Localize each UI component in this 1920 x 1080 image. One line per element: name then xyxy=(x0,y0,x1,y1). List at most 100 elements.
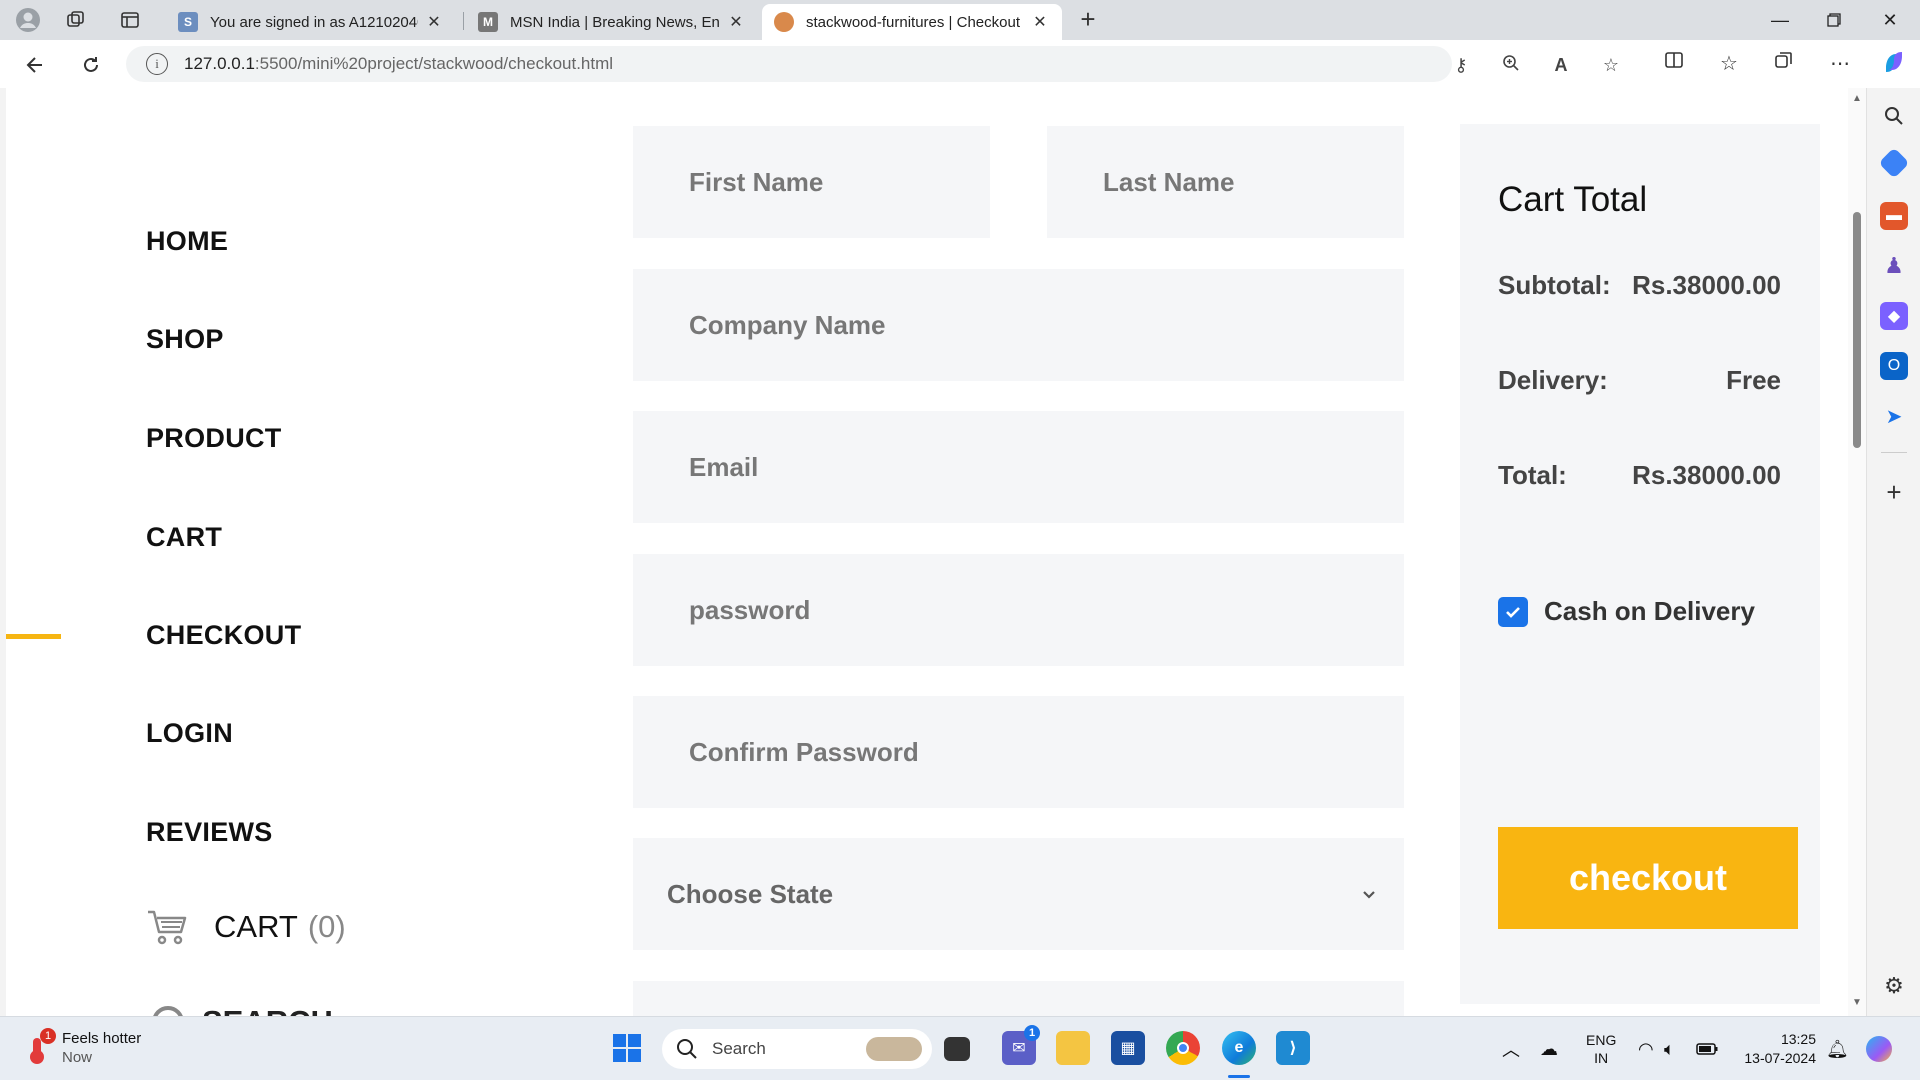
cart-label: CART xyxy=(214,909,298,944)
tab-label: stackwood-furnitures | Checkout xyxy=(806,13,1020,31)
new-tab-button[interactable]: + xyxy=(1074,6,1102,34)
copilot-taskbar-icon[interactable] xyxy=(1864,1017,1894,1080)
clock-date: 13-07-2024 xyxy=(1744,1050,1816,1066)
close-icon[interactable]: ✕ xyxy=(726,12,746,32)
cod-checkbox[interactable] xyxy=(1498,596,1528,627)
cash-on-delivery-option[interactable]: Cash on Delivery xyxy=(1498,596,1755,627)
teams-icon[interactable]: ✉ 1 xyxy=(1002,1025,1040,1065)
volume-icon[interactable]: 🔈︎ xyxy=(1664,1017,1675,1080)
confirm-password-field[interactable]: Confirm Password xyxy=(633,696,1404,808)
total-label: Total: xyxy=(1498,460,1567,490)
edge-icon[interactable]: e xyxy=(1222,1031,1256,1065)
checkout-button[interactable]: checkout xyxy=(1498,827,1798,929)
refresh-button[interactable] xyxy=(76,50,106,80)
close-window-button[interactable]: ✕ xyxy=(1862,0,1918,40)
language-indicator[interactable]: ENG IN xyxy=(1586,1017,1616,1080)
cod-label: Cash on Delivery xyxy=(1544,596,1755,626)
scrollbar-thumb[interactable] xyxy=(1853,212,1861,448)
delivery-row: Delivery: Free xyxy=(1498,365,1781,396)
search-label: SEARCH xyxy=(202,1004,333,1016)
chrome-icon[interactable] xyxy=(1166,1031,1200,1065)
last-name-field[interactable]: Last Name xyxy=(1047,126,1404,238)
sidebar-search-icon[interactable] xyxy=(1880,102,1908,130)
nav-shop[interactable]: SHOP xyxy=(146,324,224,355)
tray-expand-icon[interactable]: ︿ xyxy=(1502,1017,1520,1080)
address-bar-row: i 127.0.0.1:5500/mini%20project/stackwoo… xyxy=(0,40,1920,88)
total-row: Total: Rs.38000.00 xyxy=(1498,460,1781,491)
microsoft-store-icon[interactable]: ▦ xyxy=(1111,1031,1145,1065)
close-icon[interactable]: ✕ xyxy=(1030,12,1050,32)
taskbar-search-label: Search xyxy=(712,1039,766,1058)
clock[interactable]: 13:25 13-07-2024 xyxy=(1736,1017,1816,1080)
search-icon xyxy=(152,1006,184,1016)
nav-reviews[interactable]: REVIEWS xyxy=(146,817,273,848)
start-icon[interactable] xyxy=(610,1031,644,1065)
back-button[interactable] xyxy=(20,50,50,80)
tab-separator xyxy=(463,12,464,30)
scroll-up-icon[interactable]: ▲ xyxy=(1852,94,1862,104)
weather-widget[interactable]: 1 Feels hotter Now xyxy=(26,1028,141,1067)
tab-signed-in[interactable]: S You are signed in as A12102040€ ✕ xyxy=(166,4,456,40)
teams-badge: 1 xyxy=(1024,1025,1040,1041)
games-icon[interactable]: ♟ xyxy=(1880,252,1908,280)
checkmark-icon xyxy=(1506,606,1520,618)
cart-total-title: Cart Total xyxy=(1498,180,1648,219)
favorite-star-icon[interactable]: ☆ xyxy=(1600,54,1622,76)
company-name-field[interactable]: Company Name xyxy=(633,269,1404,381)
password-field[interactable]: password xyxy=(633,554,1404,666)
clock-time: 13:25 xyxy=(1780,1031,1816,1047)
tools-briefcase-icon[interactable]: ▬ xyxy=(1880,202,1908,230)
nav-search[interactable]: SEARCH xyxy=(152,1004,333,1016)
additional-field[interactable] xyxy=(633,981,1404,1016)
page-scrollbar[interactable]: ▲ ▼ xyxy=(1848,88,1866,1016)
workspaces-icon[interactable] xyxy=(62,6,90,34)
nav-checkout[interactable]: CHECKOUT xyxy=(146,620,301,651)
copilot-icon[interactable] xyxy=(1880,48,1908,76)
microsoft365-icon[interactable]: ◆ xyxy=(1880,302,1908,330)
file-explorer-icon[interactable] xyxy=(1056,1031,1090,1065)
first-name-field[interactable]: First Name xyxy=(633,126,990,238)
site-info-icon[interactable]: i xyxy=(146,53,168,75)
zoom-icon[interactable] xyxy=(1500,54,1522,76)
tab-actions-icon[interactable] xyxy=(116,6,144,34)
state-select[interactable]: Choose State xyxy=(633,838,1404,950)
wifi-icon[interactable]: ◠ xyxy=(1638,1017,1654,1080)
send-icon[interactable]: ➤ xyxy=(1880,402,1908,430)
nav-home[interactable]: HOME xyxy=(146,226,228,257)
tab-label: MSN India | Breaking News, Ente xyxy=(510,13,720,31)
taskbar-search[interactable]: Search xyxy=(662,1029,932,1069)
scroll-down-icon[interactable]: ▼ xyxy=(1852,998,1862,1008)
email-field[interactable]: Email xyxy=(633,411,1404,523)
onedrive-icon[interactable]: ☁ xyxy=(1540,1017,1558,1080)
nav-cart[interactable]: CART xyxy=(146,522,222,553)
tab-checkout[interactable]: stackwood-furnitures | Checkout ✕ xyxy=(762,4,1062,40)
key-icon[interactable]: ⚷ xyxy=(1450,54,1472,76)
read-aloud-icon[interactable]: A xyxy=(1550,54,1572,76)
close-icon[interactable]: ✕ xyxy=(424,12,444,32)
favorites-icon[interactable]: ☆ xyxy=(1715,50,1743,78)
outlook-icon[interactable]: O xyxy=(1880,352,1908,380)
vscode-icon[interactable]: ⟩ xyxy=(1276,1031,1310,1065)
nav-cart-summary[interactable]: CART (0) xyxy=(146,908,346,946)
minimize-button[interactable]: — xyxy=(1752,0,1808,40)
battery-icon[interactable] xyxy=(1696,1017,1718,1080)
task-view-icon[interactable] xyxy=(944,1037,970,1061)
nav-product[interactable]: PRODUCT xyxy=(146,423,282,454)
sidebar-divider xyxy=(1881,452,1907,453)
sidebar-settings-icon[interactable]: ⚙ xyxy=(1880,972,1908,1000)
collections-icon[interactable] xyxy=(1770,50,1798,78)
weather-badge: 1 xyxy=(40,1028,56,1044)
url-field[interactable]: i 127.0.0.1:5500/mini%20project/stackwoo… xyxy=(126,46,1619,82)
split-screen-icon[interactable] xyxy=(1660,50,1688,78)
shopping-cart-icon xyxy=(148,910,187,945)
profile-icon[interactable] xyxy=(14,6,42,34)
page-viewport: HOME SHOP PRODUCT CART CHECKOUT LOGIN RE… xyxy=(6,88,1848,1016)
nav-login[interactable]: LOGIN xyxy=(146,718,233,749)
shopping-tag-icon[interactable] xyxy=(1878,147,1910,179)
subtotal-label: Subtotal: xyxy=(1498,270,1611,300)
restore-button[interactable] xyxy=(1806,0,1862,40)
tab-msn[interactable]: M MSN India | Breaking News, Ente ✕ xyxy=(466,4,758,40)
notification-bell-icon[interactable]: 🔔︎ xyxy=(1826,1017,1849,1080)
more-options-icon[interactable]: ⋯ xyxy=(1826,50,1854,78)
add-sidebar-icon[interactable]: + xyxy=(1880,477,1908,507)
